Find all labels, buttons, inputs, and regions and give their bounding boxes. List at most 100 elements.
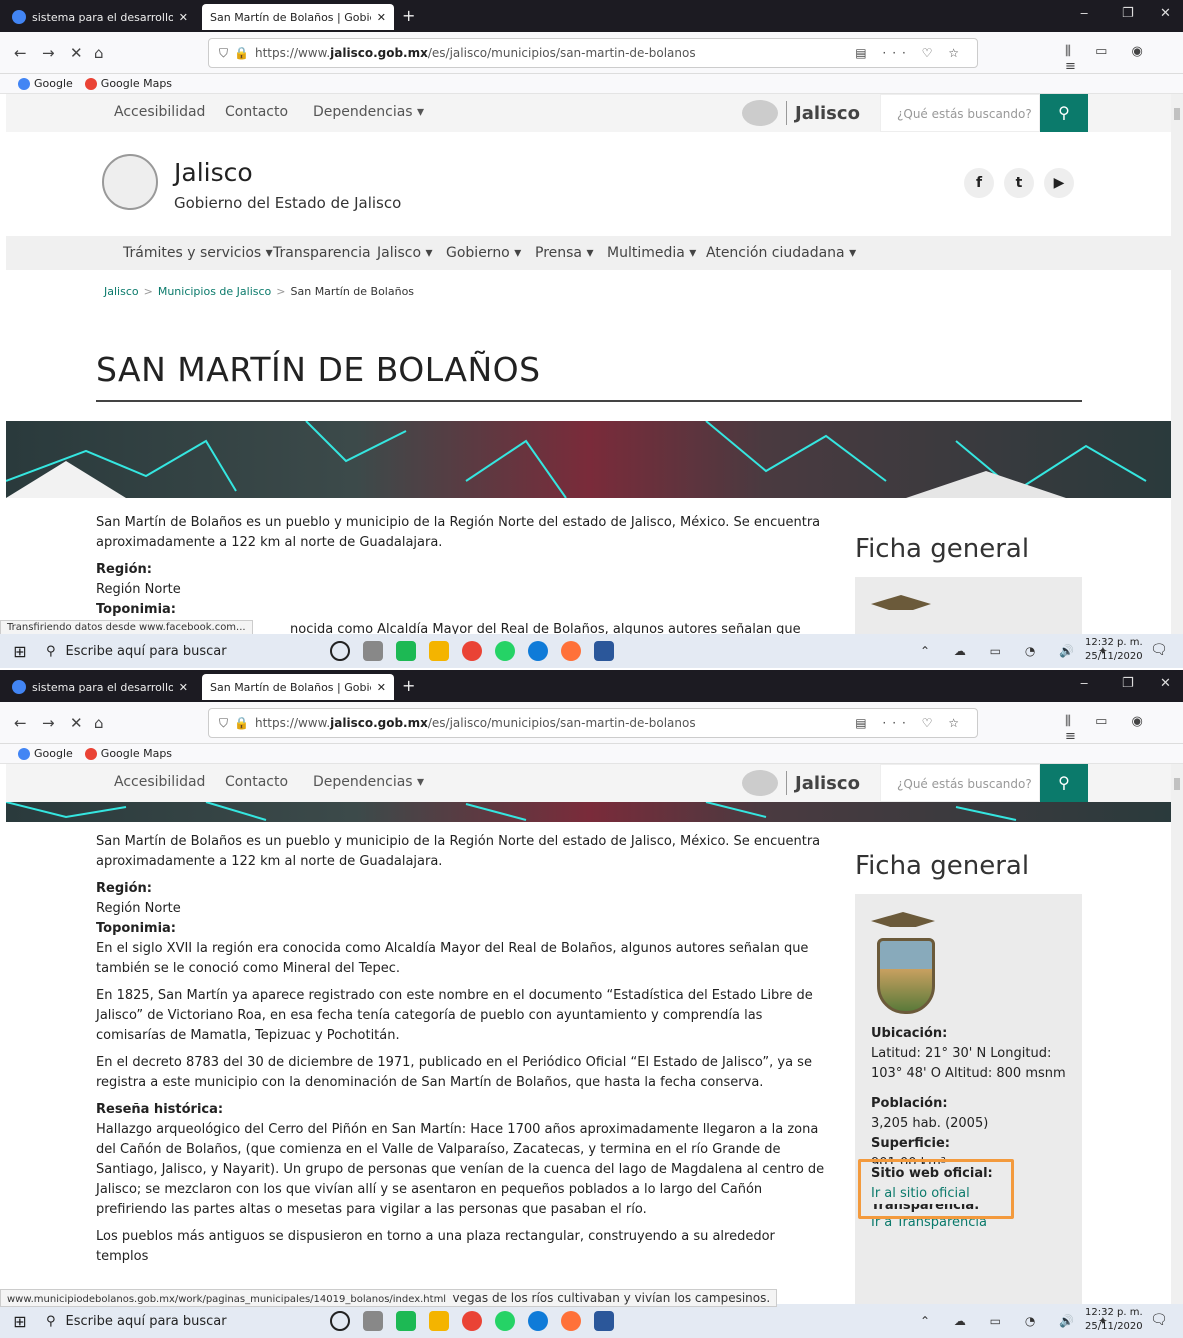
search-input[interactable]: ¿Qué estás buscando? — [880, 764, 1040, 802]
chrome-icon[interactable] — [462, 641, 482, 661]
title-divider — [96, 400, 1082, 402]
crumb-jalisco[interactable]: Jalisco — [104, 285, 139, 298]
banner-art — [6, 802, 1017, 821]
nav-jalisco[interactable]: Jalisco ▾ — [377, 245, 433, 261]
task-view-icon[interactable] — [363, 1311, 383, 1331]
taskbar-search[interactable]: ⚲ Escribe aquí para buscar — [40, 1314, 310, 1329]
home-icon[interactable]: ⌂ — [94, 44, 104, 62]
nav-prensa[interactable]: Prensa ▾ — [535, 245, 593, 261]
tab-bar: sistema para el desarrollo integ✕ San Ma… — [0, 0, 1183, 32]
back-icon[interactable]: ← — [14, 714, 27, 732]
coat-of-arms-icon — [871, 912, 943, 1016]
word-icon[interactable] — [594, 641, 614, 661]
new-tab-button[interactable]: + — [402, 676, 415, 695]
word-icon[interactable] — [594, 1311, 614, 1331]
search-input[interactable]: ¿Qué estás buscando? — [880, 94, 1040, 132]
file-explorer-icon[interactable] — [429, 1311, 449, 1331]
close-tab-icon[interactable]: ✕ — [179, 11, 188, 24]
url-actions-icon[interactable]: ▤ ··· ♡ ☆ — [855, 46, 977, 60]
url-bar[interactable]: ⛉ 🔒 https://www.jalisco.gob.mx/es/jalisco… — [208, 38, 978, 68]
url-bar[interactable]: ⛉ 🔒 https://www.jalisco.gob.mx/es/jalisco… — [208, 708, 978, 738]
tab-sistema[interactable]: sistema para el desarrollo integ✕ — [4, 4, 196, 30]
close-tab-icon[interactable]: ✕ — [377, 11, 386, 24]
lock-icon: 🔒 — [234, 46, 249, 60]
taskbar: ⊞ ⚲ Escribe aquí para buscar ⌃ ☁ ▭ ◔ 🔊 ✦ … — [0, 1304, 1183, 1338]
bookmark-google-maps[interactable]: Google Maps — [84, 747, 172, 760]
nav-tramites[interactable]: Trámites y servicios ▾ — [123, 245, 273, 261]
minimize-icon[interactable]: ‒ — [1080, 676, 1088, 691]
ficha-card — [855, 577, 1082, 637]
nav-transparencia[interactable]: Transparencia — [273, 245, 371, 261]
close-window-icon[interactable]: ✕ — [1160, 676, 1171, 691]
youtube-icon[interactable]: ▶ — [1044, 168, 1074, 198]
firefox-icon[interactable] — [561, 1311, 581, 1331]
task-view-icon[interactable] — [363, 641, 383, 661]
link-accesibilidad[interactable]: Accesibilidad — [114, 104, 205, 120]
tab-san-martin[interactable]: San Martín de Bolaños | Gobiern ✕ — [202, 4, 394, 30]
url-actions-icon[interactable]: ▤ ··· ♡ ☆ — [855, 716, 977, 730]
taskbar-search[interactable]: ⚲ Escribe aquí para buscar — [40, 644, 310, 659]
toolbar-icons[interactable]: ⫼ ▭ ◉ ≡ — [1065, 44, 1183, 74]
tab-san-martin[interactable]: San Martín de Bolaños | Gobiern ✕ — [202, 674, 394, 700]
bookmark-google[interactable]: Google — [18, 747, 73, 760]
nav-multimedia[interactable]: Multimedia ▾ — [607, 245, 696, 261]
restore-icon[interactable]: ❐ — [1122, 676, 1134, 691]
toolbar-icons[interactable]: ⫼ ▭ ◉ ≡ — [1065, 714, 1183, 744]
cortana-icon[interactable] — [330, 641, 350, 661]
home-icon[interactable]: ⌂ — [94, 714, 104, 732]
minimize-icon[interactable]: ‒ — [1080, 6, 1088, 21]
twitter-icon[interactable]: t — [1004, 168, 1034, 198]
spotify-icon[interactable] — [396, 1311, 416, 1331]
firefox-icon[interactable] — [561, 641, 581, 661]
scrollbar[interactable] — [1171, 94, 1183, 636]
bookmark-google-maps[interactable]: Google Maps — [84, 77, 172, 90]
tab-sistema[interactable]: sistema para el desarrollo integ✕ — [4, 674, 196, 700]
close-window-icon[interactable]: ✕ — [1160, 6, 1171, 21]
forward-icon[interactable]: → — [42, 714, 55, 732]
close-tab-icon[interactable]: ✕ — [377, 681, 386, 694]
windows-start-icon[interactable]: ⊞ — [0, 642, 40, 661]
nav-atencion[interactable]: Atención ciudadana ▾ — [706, 245, 856, 261]
spotify-icon[interactable] — [396, 641, 416, 661]
resena-text: Hallazgo arqueológico del Cerro del Piñó… — [96, 1122, 825, 1217]
scrollbar[interactable] — [1171, 764, 1183, 1306]
bookmark-google[interactable]: Google — [18, 77, 73, 90]
notification-icon[interactable]: 🗨 — [1150, 1312, 1168, 1328]
jalisco-logo[interactable]: Jalisco — [742, 770, 860, 796]
link-dependencias[interactable]: Dependencias ▾ — [313, 774, 424, 790]
whatsapp-icon[interactable] — [495, 641, 515, 661]
jalisco-logo[interactable]: Jalisco — [742, 100, 860, 126]
site-title[interactable]: Jalisco — [174, 158, 253, 187]
paragraph-1971: En el decreto 8783 del 30 de diciembre d… — [96, 1055, 812, 1090]
forward-icon[interactable]: → — [42, 44, 55, 62]
link-contacto[interactable]: Contacto — [225, 104, 288, 120]
file-explorer-icon[interactable] — [429, 641, 449, 661]
restore-icon[interactable]: ❐ — [1122, 6, 1134, 21]
edge-icon[interactable] — [528, 1311, 548, 1331]
stop-icon[interactable]: ✕ — [70, 714, 83, 732]
windows-start-icon[interactable]: ⊞ — [0, 1312, 40, 1331]
stop-icon[interactable]: ✕ — [70, 44, 83, 62]
link-accesibilidad[interactable]: Accesibilidad — [114, 774, 205, 790]
region-value: Región Norte — [96, 901, 181, 916]
whatsapp-icon[interactable] — [495, 1311, 515, 1331]
edge-icon[interactable] — [528, 641, 548, 661]
link-contacto[interactable]: Contacto — [225, 774, 288, 790]
nav-gobierno[interactable]: Gobierno ▾ — [446, 245, 521, 261]
link-dependencias[interactable]: Dependencias ▾ — [313, 104, 424, 120]
crumb-municipios[interactable]: Municipios de Jalisco — [158, 285, 271, 298]
search-icon: ⚲ — [46, 1313, 56, 1329]
close-tab-icon[interactable]: ✕ — [179, 681, 188, 694]
maps-pin-icon — [84, 747, 97, 760]
facebook-icon[interactable]: f — [964, 168, 994, 198]
search-button[interactable]: ⚲ — [1040, 94, 1088, 132]
clock[interactable]: 12:32 p. m. 25/11/2020 — [1085, 636, 1143, 664]
cortana-icon[interactable] — [330, 1311, 350, 1331]
new-tab-button[interactable]: + — [402, 6, 415, 25]
search-button[interactable]: ⚲ — [1040, 764, 1088, 802]
clock[interactable]: 12:32 p. m. 25/11/2020 — [1085, 1306, 1143, 1334]
utility-nav: Accesibilidad Contacto Dependencias ▾ Ja… — [6, 94, 1172, 132]
notification-icon[interactable]: 🗨 — [1150, 642, 1168, 658]
back-icon[interactable]: ← — [14, 44, 27, 62]
chrome-icon[interactable] — [462, 1311, 482, 1331]
